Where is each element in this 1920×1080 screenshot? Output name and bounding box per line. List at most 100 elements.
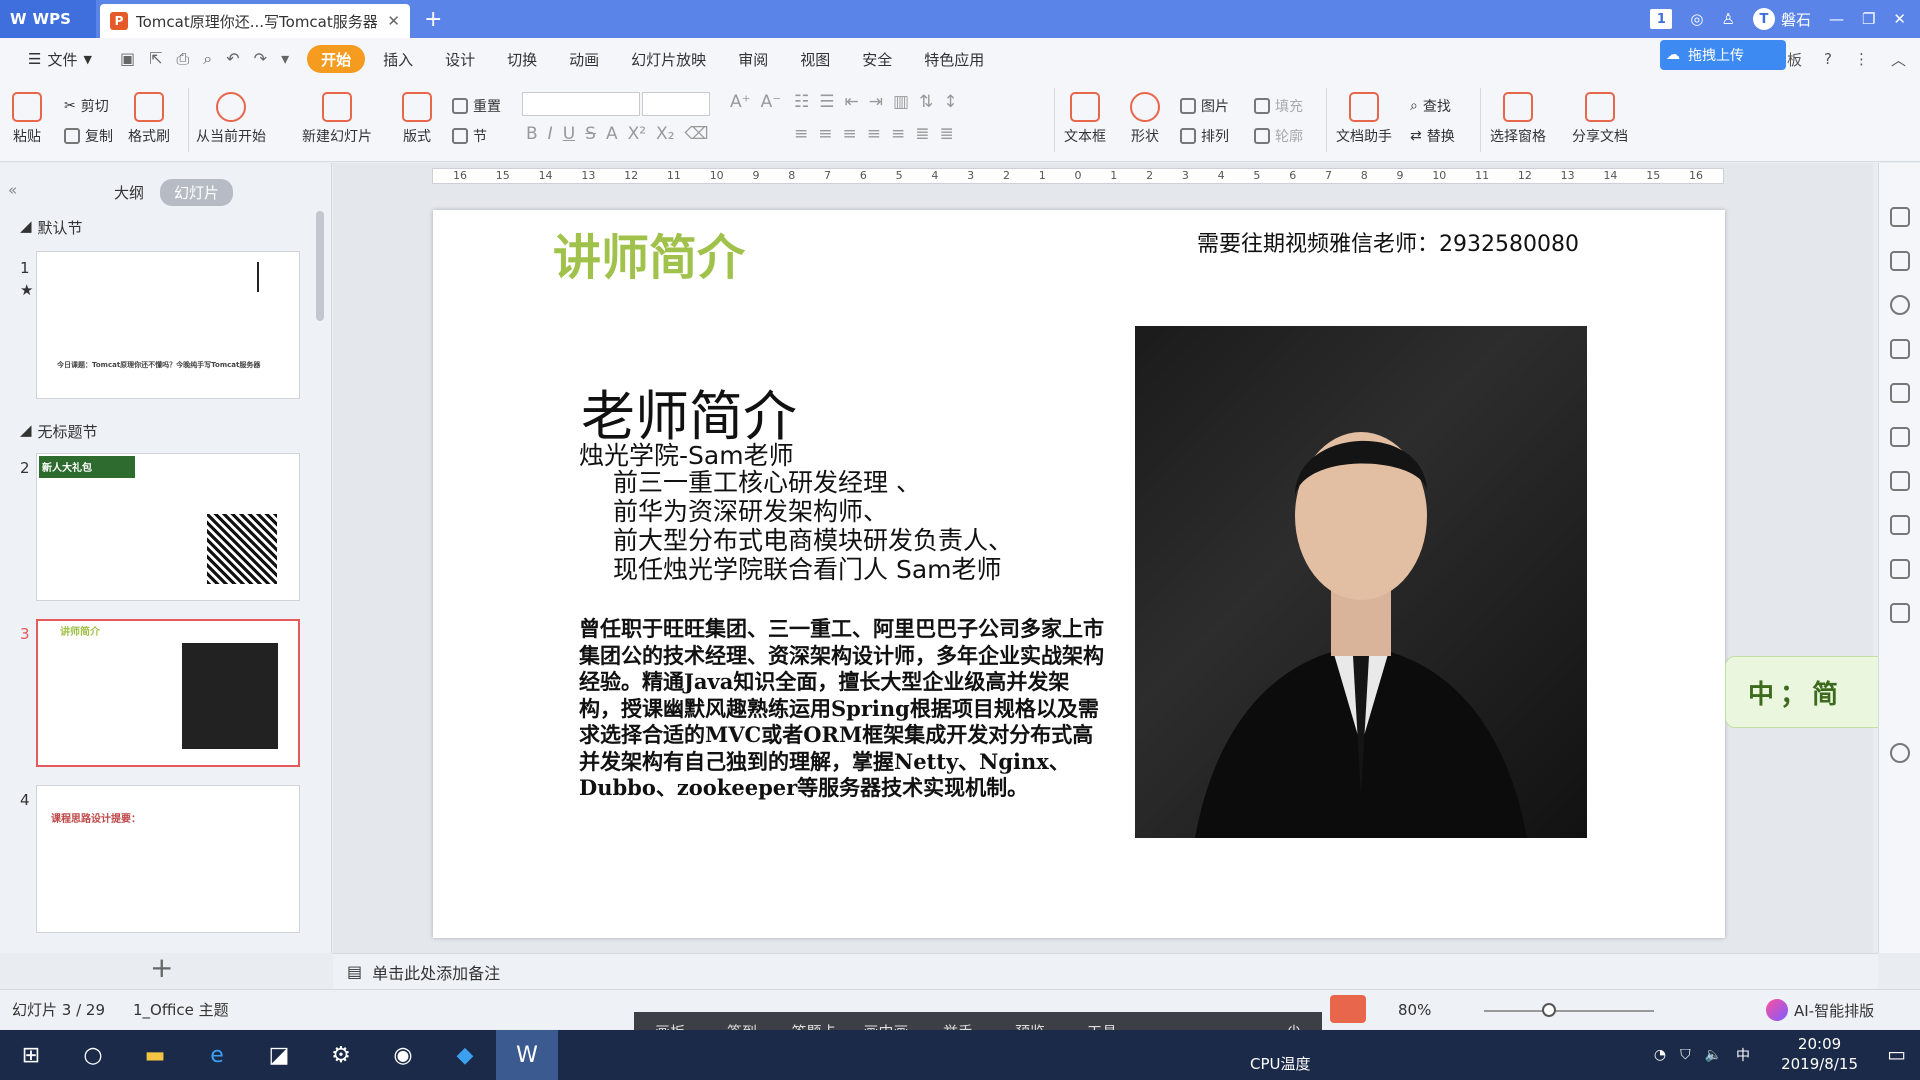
line-spacing-icon[interactable]: ↕ xyxy=(943,92,957,112)
slide-contact-text[interactable]: 需要往期视频雅信老师：2932580080 xyxy=(1197,226,1579,258)
menu-tab-insert[interactable]: 插入 xyxy=(369,45,427,73)
volume-icon[interactable] xyxy=(1890,603,1910,623)
horizontal-ruler[interactable]: 16 15 14 13 12 11 10 9 8 7 6 5 4 3 2 1 0 1 2 3 4 5 6 7 8 9 10 11 12 1… xyxy=(432,168,1724,184)
menu-right-label[interactable]: 板 xyxy=(1787,49,1802,70)
panel-scrollbar[interactable] xyxy=(316,211,324,321)
find-button[interactable]: ⌕ 查找 xyxy=(1410,96,1451,116)
help-icon[interactable]: ? xyxy=(1824,50,1832,68)
menu-tab-view[interactable]: 视图 xyxy=(786,45,844,73)
image-icon[interactable] xyxy=(1890,559,1910,579)
skin-icon[interactable]: ◎ xyxy=(1690,10,1703,28)
maximize-icon[interactable]: ❐ xyxy=(1862,10,1875,28)
font-size-select[interactable] xyxy=(642,92,710,116)
numbering-icon[interactable]: ☰ xyxy=(819,92,834,112)
cut-button[interactable]: ✂ 剪切 xyxy=(64,96,109,116)
align-right-icon[interactable]: ≡ xyxy=(843,124,857,144)
share-out-icon[interactable] xyxy=(1890,515,1910,535)
slide-thumbnail-2[interactable]: 新人大礼包 xyxy=(36,453,300,601)
columns-icon[interactable]: ▥ xyxy=(893,92,909,112)
close-window-icon[interactable]: ✕ xyxy=(1893,10,1906,28)
picture-button[interactable]: 图片 xyxy=(1180,96,1229,116)
gallery-icon[interactable] xyxy=(1890,383,1910,403)
print-icon[interactable]: ⎙ xyxy=(176,49,189,69)
share-doc-button[interactable]: 分享文档 xyxy=(1572,92,1628,146)
shape-button[interactable]: 形状 xyxy=(1130,92,1160,146)
bold-icon[interactable]: B xyxy=(526,124,538,144)
new-tab-button[interactable]: + xyxy=(424,7,442,32)
user-account[interactable]: T 磐石 xyxy=(1752,8,1811,30)
doc-assistant-button[interactable]: 文档助手 xyxy=(1336,92,1392,146)
outdent-icon[interactable]: ⇤ xyxy=(845,92,859,112)
cortana-icon[interactable]: ○ xyxy=(62,1030,124,1080)
collapse-panel-icon[interactable]: « xyxy=(8,181,17,199)
undo-icon[interactable]: ↶ xyxy=(226,49,239,69)
select-pane-button[interactable]: 选择窗格 xyxy=(1490,92,1546,146)
slide-body-text[interactable]: 曾任职于旺旺集团、三一重工、阿里巴巴子公司多家上市集团公的技术经理、资深架构设计… xyxy=(579,616,1109,802)
shield-icon[interactable]: ⛉ xyxy=(1680,1047,1691,1063)
ime-tray-label[interactable]: 中 xyxy=(1736,1045,1750,1065)
save-icon[interactable]: ▣ xyxy=(120,49,135,69)
file-menu[interactable]: ☰ 文件 ▼ xyxy=(14,45,106,73)
cloud-app-icon[interactable]: ◉ xyxy=(372,1030,434,1080)
pin-icon[interactable] xyxy=(1890,207,1910,227)
settings-gear-icon[interactable]: ⚙ xyxy=(310,1030,372,1080)
slide-thumbnail-4[interactable]: 课程思路设计提要： xyxy=(36,785,300,933)
archive-icon[interactable] xyxy=(1890,471,1910,491)
slide-title[interactable]: 讲师简介 xyxy=(553,218,745,288)
feishu-icon[interactable]: ◆ xyxy=(434,1030,496,1080)
minimize-icon[interactable]: — xyxy=(1829,10,1844,28)
menu-tab-slideshow[interactable]: 幻灯片放映 xyxy=(617,45,720,73)
shape-panel-icon[interactable] xyxy=(1890,295,1910,315)
align-center-icon[interactable]: ≡ xyxy=(818,124,832,144)
adjust-icon[interactable] xyxy=(1890,339,1910,359)
slide-roles[interactable]: 前三一重工核心研发经理 、 前华为资深研发架构师、 前大型分布式电商模块研发负责… xyxy=(613,468,1013,584)
add-slide-icon[interactable]: + xyxy=(150,951,173,984)
reset-button[interactable]: 重置 xyxy=(452,96,501,116)
export-icon[interactable]: ⇱ xyxy=(149,49,162,69)
strikethrough-icon[interactable]: S xyxy=(585,124,596,144)
help-circle-icon[interactable] xyxy=(1890,743,1910,763)
shrink-font-icon[interactable]: A⁻ xyxy=(761,92,782,112)
grow-font-icon[interactable]: A⁺ xyxy=(730,92,751,112)
teacher-photo[interactable] xyxy=(1135,326,1587,838)
eraser-icon[interactable]: ⌫ xyxy=(685,124,709,144)
upload-button[interactable]: ☁ 拖拽上传 xyxy=(1660,40,1786,70)
chat-icon[interactable] xyxy=(1890,251,1910,271)
underline-icon[interactable]: U xyxy=(563,124,575,144)
indent-icon[interactable]: ⇥ xyxy=(869,92,883,112)
menu-tab-design[interactable]: 设计 xyxy=(431,45,489,73)
current-slide[interactable]: 讲师简介 需要往期视频雅信老师：2932580080 老师简介 烛光学院-Sam… xyxy=(433,210,1725,938)
redo-icon[interactable]: ↷ xyxy=(254,49,267,69)
outline-button[interactable]: 轮廓 xyxy=(1254,126,1303,146)
ai-layout-button[interactable]: AI-智能排版 xyxy=(1766,999,1874,1021)
slideshow-play-button[interactable] xyxy=(1330,995,1366,1023)
subscript-icon[interactable]: X₂ xyxy=(656,124,674,144)
shirt-icon[interactable]: ♙ xyxy=(1722,10,1735,28)
menu-tab-animation[interactable]: 动画 xyxy=(555,45,613,73)
superscript-icon[interactable]: X² xyxy=(628,124,646,144)
favorite-icon[interactable] xyxy=(1890,427,1910,447)
font-color-icon[interactable]: A xyxy=(606,124,618,144)
wps-taskbar-icon[interactable]: W xyxy=(496,1030,558,1080)
wps-home-tab[interactable]: W WPS xyxy=(0,0,96,38)
spacing-before-icon[interactable]: ≣ xyxy=(915,124,929,144)
paste-button[interactable]: 粘贴 xyxy=(12,92,42,146)
collapse-ribbon-icon[interactable]: ︿ xyxy=(1891,49,1906,70)
menu-tab-home[interactable]: 开始 xyxy=(307,45,366,73)
print-preview-icon[interactable]: ⌕ xyxy=(203,49,212,69)
replace-button[interactable]: ⇄ 替换 xyxy=(1410,126,1455,146)
arrange-button[interactable]: 排列 xyxy=(1180,126,1229,146)
spacing-after-icon[interactable]: ≣ xyxy=(940,124,954,144)
network-icon[interactable]: ◔ xyxy=(1654,1047,1666,1063)
bullets-icon[interactable]: ☷ xyxy=(794,92,809,112)
menu-tab-transition[interactable]: 切换 xyxy=(493,45,551,73)
section-untitled[interactable]: ◢ 无标题节 xyxy=(20,421,98,442)
play-from-current-button[interactable]: 从当前开始 xyxy=(196,92,266,146)
justify-icon[interactable]: ≡ xyxy=(867,124,881,144)
start-button[interactable]: ⊞ xyxy=(0,1030,62,1080)
intellij-icon[interactable]: ◪ xyxy=(248,1030,310,1080)
align-left-icon[interactable]: ≡ xyxy=(794,124,808,144)
zoom-level[interactable]: 80% xyxy=(1398,1001,1431,1019)
system-clock[interactable]: 20:09 2019/8/15 xyxy=(1781,1034,1858,1074)
notes-bar[interactable]: ▤ 单击此处添加备注 xyxy=(333,953,1878,989)
